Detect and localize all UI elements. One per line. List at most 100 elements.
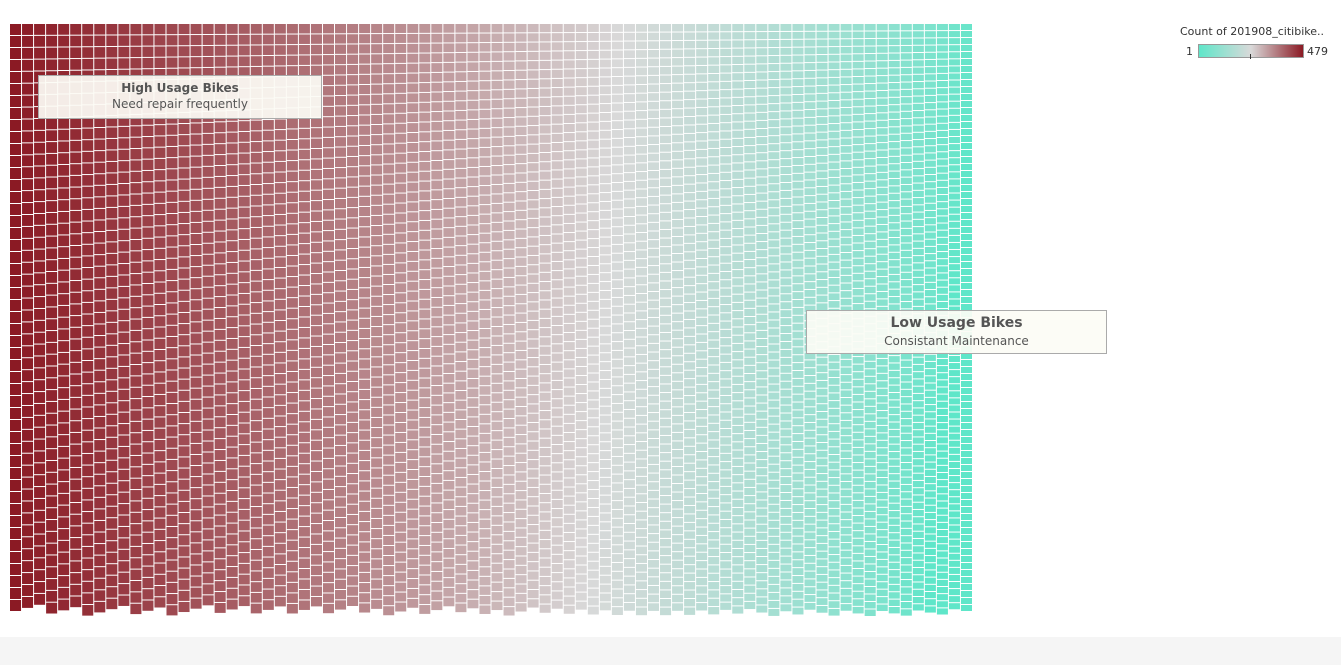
treemap-cell [166,459,178,471]
treemap-cell [936,95,948,102]
treemap-cell [864,91,876,99]
treemap-cell [310,430,322,440]
treemap-cell [708,515,720,523]
treemap-cell [936,380,948,387]
treemap-cell [298,432,310,443]
treemap-cell [744,569,756,577]
treemap-cell [527,497,539,506]
treemap-cell [696,166,708,175]
treemap-cell [34,463,46,475]
treemap-cell [708,148,720,157]
treemap-cell [756,597,768,605]
treemap-cell [286,487,298,498]
treemap-cell [804,196,816,203]
treemap-cell [924,24,936,31]
treemap-cell [888,474,900,481]
treemap-cell [936,465,948,472]
treemap-cell [82,500,94,512]
treemap-cell [720,553,732,561]
treemap-cell [154,181,166,192]
treemap-cell [611,147,623,156]
treemap-cell [455,168,467,178]
treemap-cell [286,340,298,350]
treemap-cell [46,472,58,484]
treemap-cell [780,71,792,79]
treemap-cell [527,246,539,255]
treemap-cell [587,454,599,463]
treemap-cell [647,58,660,67]
treemap-cell [684,345,696,353]
treemap-cell [94,243,106,255]
treemap-cell [142,46,154,57]
treemap-cell [335,209,347,219]
treemap-cell [888,385,900,392]
treemap-cell [816,528,828,536]
treemap-cell [599,24,611,32]
treemap-cell [732,598,744,606]
treemap-cell [82,221,94,233]
treemap-cell [780,302,792,310]
treemap-cell [780,47,792,55]
treemap-cell [106,414,118,426]
treemap-cell [864,286,876,294]
treemap-cell [551,444,563,454]
treemap-cell [491,90,503,99]
treemap-cell [611,527,623,536]
treemap-cell [431,92,443,102]
treemap-cell [178,357,190,368]
treemap-cell [527,98,539,107]
treemap-cell [335,569,347,579]
treemap-cell [936,358,948,366]
treemap-cell [708,398,720,407]
treemap-cell [491,497,503,506]
treemap-cell [840,581,852,588]
treemap-cell [491,279,503,289]
treemap-cell [792,252,804,260]
treemap-cell [720,189,732,197]
treemap-cell [274,522,286,533]
treemap-cell [262,536,274,546]
treemap-cell [684,49,696,57]
treemap-cell [82,163,94,175]
treemap-cell [744,137,756,146]
treemap-cell [431,121,443,131]
treemap-cell [756,492,768,500]
treemap-cell [792,71,804,79]
treemap-cell [599,50,611,59]
treemap-cell [214,198,226,209]
treemap-cell [238,369,250,380]
treemap-cell [647,283,660,292]
treemap-cell [214,417,226,428]
treemap-cell [347,545,359,555]
treemap-cell [816,380,828,388]
treemap-cell [503,202,515,212]
treemap-cell [575,457,587,466]
treemap-cell [587,552,599,561]
treemap-cell [708,190,720,198]
treemap-cell [876,98,888,105]
treemap-cell [587,400,599,409]
treemap-cell [876,24,888,31]
treemap-cell [347,320,359,330]
treemap-cell [491,251,503,260]
treemap-cell [503,315,515,324]
treemap-cell [130,455,142,467]
treemap-cell [202,496,214,507]
treemap-cell [491,298,503,308]
treemap-cell [672,449,684,458]
treemap-cell [347,535,359,545]
treemap-cell [310,482,322,492]
treemap-cell [599,424,611,433]
treemap-cell [335,250,347,260]
treemap-cell [623,50,635,59]
treemap-cell [250,346,262,356]
treemap-cell [888,97,900,105]
treemap-cell [431,571,443,581]
treemap-cell [479,557,491,567]
treemap-cell [756,306,768,314]
treemap-cell [371,64,383,74]
treemap-cell [238,445,250,455]
treemap-cell [684,582,696,590]
treemap-cell [611,200,623,209]
treemap-cell [924,110,936,117]
